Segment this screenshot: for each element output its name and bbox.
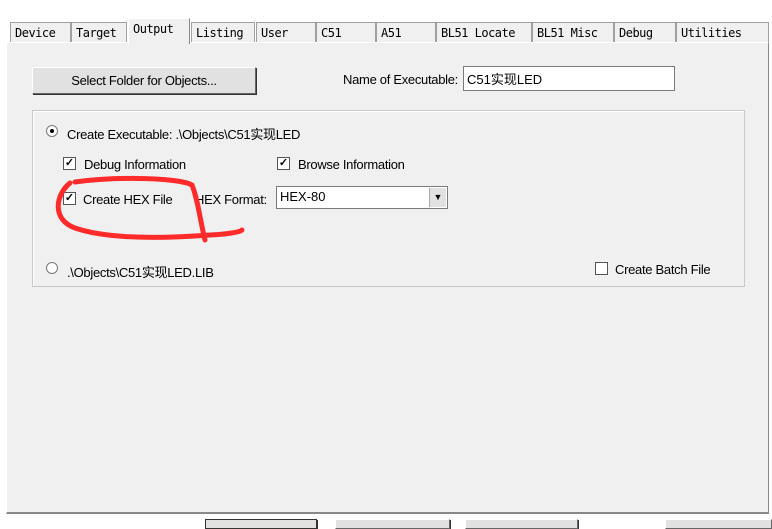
cancel-button[interactable]: [335, 519, 450, 529]
defaults-button[interactable]: [465, 519, 578, 529]
ok-button[interactable]: [205, 519, 317, 529]
red-annotation-circle: [55, 175, 245, 243]
help-button[interactable]: [665, 519, 772, 529]
tab-output[interactable]: Output: [128, 18, 190, 44]
